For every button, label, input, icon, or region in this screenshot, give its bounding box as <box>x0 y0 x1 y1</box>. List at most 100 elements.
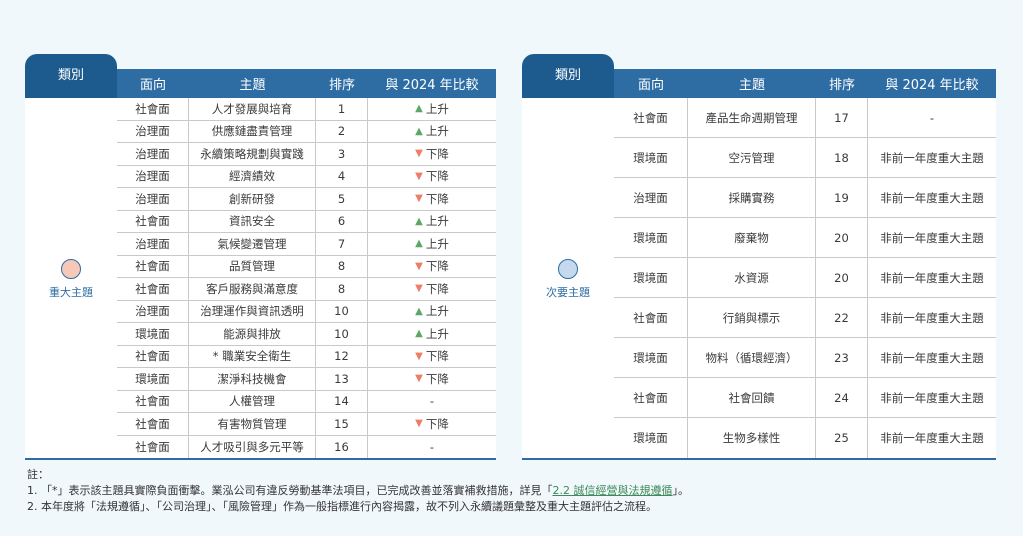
table-row: 治理面 供應鏈盡責管理 2 ▲ 上升 <box>117 120 496 143</box>
topic-text: 產品生命週期管理 <box>705 110 798 125</box>
cell-rank: 17 <box>816 98 868 137</box>
facet-text: 環境面 <box>633 150 668 165</box>
secondary-topics-table: 類別 面向 主題 排序 與 2024 年比較 次要主題 社會面 產品生命週期管理 1… <box>522 54 996 460</box>
change-text: 上升 <box>425 214 449 229</box>
note-1-link[interactable]: 2.2 誠信經營與法規遵循 <box>553 484 673 497</box>
column-header-topic: 主題 <box>738 78 765 93</box>
facet-text: 治理面 <box>135 191 170 206</box>
note-1-text-end: 」。 <box>672 484 690 497</box>
table-row: 環境面 空污管理 18 非前一年度重大主題 <box>614 138 996 178</box>
cell-topic: 客戶服務與滿意度 <box>189 278 316 300</box>
cell-facet: 環境面 <box>614 418 688 458</box>
cell-change: - <box>368 436 496 459</box>
cell-topic: 空污管理 <box>688 138 816 177</box>
topic-text: 氣候變遷管理 <box>217 236 287 251</box>
triangle-down-icon: ▼ <box>415 418 423 430</box>
cell-change: 非前一年度重大主題 <box>868 378 996 417</box>
cell-change: ▼ 下降 <box>368 256 496 278</box>
cell-rank: 2 <box>316 120 368 142</box>
cell-facet: 治理面 <box>117 300 189 322</box>
facet-text: 治理面 <box>135 124 170 139</box>
change-text: 下降 <box>425 169 449 184</box>
cell-topic: * 職業安全衛生 <box>189 345 316 367</box>
rank-text: 25 <box>834 431 849 445</box>
triangle-up-icon: ▲ <box>415 125 423 137</box>
column-header-rank: 排序 <box>328 78 355 93</box>
note-1: 1. 「*」表示該主題具實際負面衝擊。業泓公司有違反勞動基準法項目，已完成改善並… <box>27 483 689 499</box>
cell-topic: 廢棄物 <box>688 218 816 257</box>
category-cell: 次要主題 <box>522 98 614 458</box>
cell-change: ▲ 上升 <box>368 211 496 233</box>
topic-text: 永續策略規劃與實踐 <box>200 146 304 161</box>
table-row: 社會面 產品生命週期管理 17 - <box>614 98 996 138</box>
cell-facet: 社會面 <box>117 390 189 412</box>
table-row: 治理面 治理運作與資訊透明 10 ▲ 上升 <box>117 300 496 323</box>
table-row: 治理面 永續策略規劃與實踐 3 ▼ 下降 <box>117 143 496 166</box>
cell-change: ▼ 下降 <box>368 278 496 300</box>
cell-change: 非前一年度重大主題 <box>868 218 996 257</box>
cell-topic: 行銷與標示 <box>688 298 816 337</box>
cell-rank: 1 <box>316 98 368 120</box>
cell-facet: 社會面 <box>117 255 189 277</box>
cell-change: ▼ 下降 <box>368 413 496 435</box>
cell-topic: 能源與排放 <box>189 323 316 345</box>
cell-rank: 23 <box>816 338 868 377</box>
cell-change: ▲ 上升 <box>368 323 496 345</box>
cell-topic: 氣候變遷管理 <box>189 233 316 255</box>
table-row: 社會面 資訊安全 6 ▲ 上升 <box>117 210 496 233</box>
topic-text: 經濟績效 <box>229 169 275 184</box>
topic-text: * 職業安全衛生 <box>212 349 292 364</box>
facet-text: 社會面 <box>633 110 668 125</box>
change-text: - <box>429 439 435 454</box>
change-text: 下降 <box>425 191 449 206</box>
change-text: 下降 <box>425 349 449 364</box>
topic-text: 能源與排放 <box>223 326 281 341</box>
table-row: 環境面 水資源 20 非前一年度重大主題 <box>614 258 996 298</box>
table-row: 治理面 創新研發 5 ▼ 下降 <box>117 188 496 211</box>
facet-text: 社會面 <box>633 390 668 405</box>
cell-topic: 採購實務 <box>688 178 816 217</box>
cell-change: 非前一年度重大主題 <box>868 138 996 177</box>
table-header: 面向 主題 排序 與 2024 年比較 <box>117 69 496 98</box>
facet-text: 環境面 <box>633 270 668 285</box>
category-cell: 重大主題 <box>25 98 117 458</box>
cell-topic: 經濟績效 <box>189 165 316 187</box>
rank-text: 8 <box>337 281 346 296</box>
rank-text: 16 <box>334 439 349 454</box>
facet-text: 治理面 <box>633 190 668 205</box>
cell-change: ▼ 下降 <box>368 143 496 165</box>
cell-topic: 永續策略規劃與實踐 <box>189 143 316 165</box>
cell-rank: 8 <box>316 278 368 300</box>
category-circle-icon <box>61 259 81 279</box>
table-row: 社會面 有害物質管理 15 ▼ 下降 <box>117 413 496 436</box>
table-header: 面向 主題 排序 與 2024 年比較 <box>614 69 996 98</box>
cell-change: ▼ 下降 <box>368 188 496 210</box>
category-label: 次要主題 <box>546 286 590 299</box>
cell-change: ▲ 上升 <box>368 301 496 323</box>
cell-rank: 15 <box>316 413 368 435</box>
cell-topic: 治理運作與資訊透明 <box>189 300 316 322</box>
facet-text: 社會面 <box>135 349 170 364</box>
rank-text: 24 <box>834 390 849 405</box>
note-2: 2. 本年度將「法規遵循」、「公司治理」、「風險管理」作為一般指標進行內容揭露，… <box>27 500 657 513</box>
rank-text: 19 <box>834 190 849 205</box>
cell-topic: 有害物質管理 <box>189 413 316 435</box>
cell-rank: 24 <box>816 378 868 417</box>
cell-rank: 25 <box>816 418 868 458</box>
change-text: 下降 <box>425 416 449 431</box>
topic-text: 物料（循環經濟） <box>705 350 798 365</box>
table-row: 社會面 客戶服務與滿意度 8 ▼ 下降 <box>117 278 496 301</box>
change-text: 下降 <box>425 259 449 274</box>
rank-text: 10 <box>334 326 349 341</box>
cell-change: 非前一年度重大主題 <box>868 418 996 458</box>
cell-facet: 社會面 <box>117 98 189 120</box>
facet-text: 治理面 <box>135 236 170 251</box>
cell-topic: 資訊安全 <box>189 210 316 232</box>
cell-rank: 3 <box>316 143 368 165</box>
topic-text: 社會回饋 <box>728 390 775 405</box>
cell-facet: 治理面 <box>117 143 189 165</box>
category-header: 類別 <box>522 54 614 98</box>
cell-facet: 環境面 <box>614 218 688 257</box>
topic-text: 供應鏈盡責管理 <box>211 124 293 139</box>
topic-text: 人才發展與培育 <box>211 101 293 116</box>
